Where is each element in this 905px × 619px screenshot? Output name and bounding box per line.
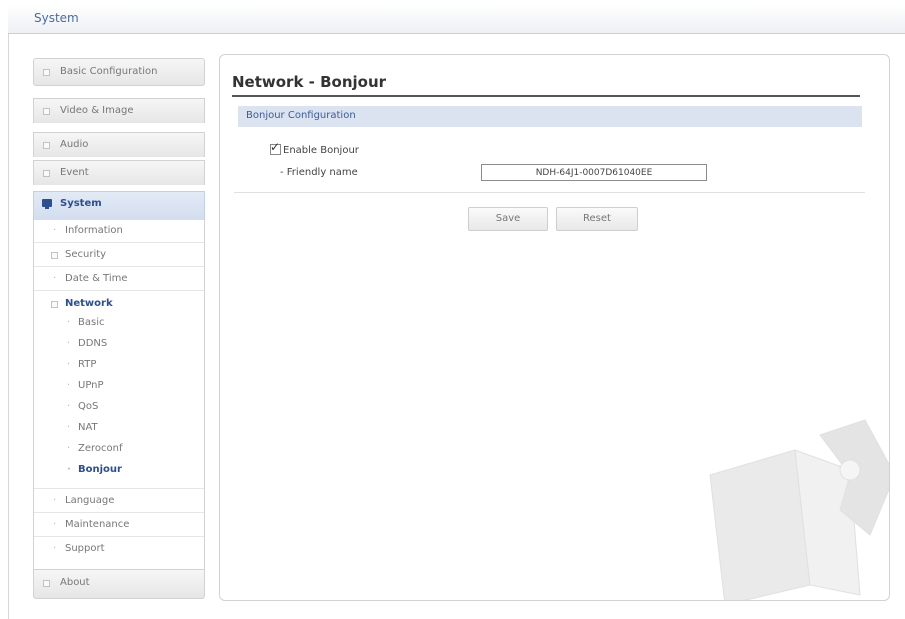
sidebar-item-security[interactable]: Security (34, 244, 204, 267)
monitor-icon (42, 199, 52, 209)
checkmark-icon: ✓ (270, 140, 281, 154)
expand-icon (43, 170, 50, 177)
expand-icon (43, 580, 50, 587)
nav-video-image[interactable]: Video & Image (33, 98, 205, 123)
section-header: Bonjour Configuration (238, 106, 862, 127)
friendly-name-label: - Friendly name (280, 167, 358, 178)
save-button[interactable]: Save (468, 207, 548, 231)
page-header-title: System (34, 11, 79, 25)
enable-bonjour-row: ✓ Enable Bonjour (270, 140, 359, 156)
nav-event[interactable]: Event (33, 160, 205, 185)
nav-basic-configuration[interactable]: Basic Configuration (33, 58, 205, 86)
page-title: Network - Bonjour (232, 73, 860, 97)
network-group: Network · Basic · DDNS · RTP · UPnP · QoS · NA… (34, 293, 204, 489)
sidebar-item-support[interactable]: · Support (34, 538, 204, 561)
sidebar-subitem-nat[interactable]: · NAT (34, 418, 204, 439)
nav-audio[interactable]: Audio (33, 132, 205, 157)
sidebar-subitem-basic[interactable]: · Basic (34, 313, 204, 334)
sidebar-subitem-upnp[interactable]: · UPnP (34, 376, 204, 397)
top-title-bar: System (8, 4, 905, 34)
sidebar-subitem-bonjour[interactable]: · Bonjour (34, 460, 204, 481)
nav-system[interactable]: System (33, 191, 205, 220)
nav-about[interactable]: About (33, 569, 205, 599)
expand-icon (43, 69, 50, 76)
expand-icon (51, 252, 58, 259)
expand-icon (43, 142, 50, 149)
sidebar-subitem-zeroconf[interactable]: · Zeroconf (34, 439, 204, 460)
enable-bonjour-label: Enable Bonjour (283, 145, 359, 156)
enable-bonjour-checkbox[interactable]: ✓ (270, 140, 281, 155)
sidebar-item-language[interactable]: · Language (34, 490, 204, 513)
sidebar-item-maintenance[interactable]: · Maintenance (34, 514, 204, 537)
content-panel: Network - Bonjour Bonjour Configuration … (219, 54, 890, 601)
expand-icon (43, 108, 50, 115)
system-submenu: · Information Security · Date & Time Net… (33, 220, 205, 569)
sidebar-subitem-ddns[interactable]: · DDNS (34, 334, 204, 355)
friendly-name-input[interactable] (481, 164, 707, 181)
sidebar-subitem-qos[interactable]: · QoS (34, 397, 204, 418)
reset-button[interactable]: Reset (556, 207, 638, 231)
sidebar-subitem-rtp[interactable]: · RTP (34, 355, 204, 376)
divider (234, 192, 865, 193)
sidebar-item-information[interactable]: · Information (34, 220, 204, 243)
sidebar-item-date-time[interactable]: · Date & Time (34, 268, 204, 291)
collapse-icon (51, 301, 58, 308)
watermark-graphic (709, 419, 889, 600)
